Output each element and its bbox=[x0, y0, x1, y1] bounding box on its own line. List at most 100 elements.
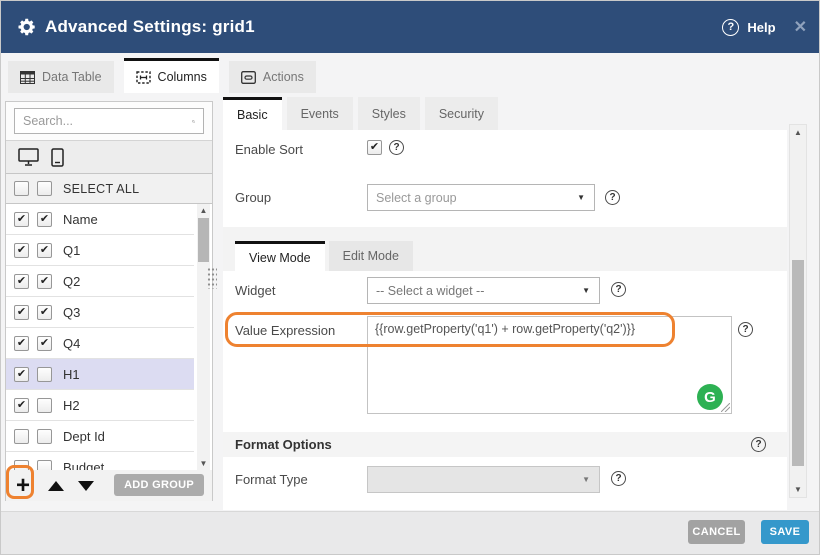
tab-events[interactable]: Events bbox=[287, 97, 353, 130]
scroll-up-icon[interactable]: ▲ bbox=[197, 204, 210, 217]
desktop-checkbox[interactable] bbox=[14, 398, 29, 413]
mobile-checkbox[interactable] bbox=[37, 274, 52, 289]
dialog-footer: CANCEL SAVE bbox=[1, 511, 820, 555]
add-column-button[interactable]: + bbox=[12, 474, 34, 498]
gear-icon bbox=[15, 16, 37, 38]
mobile-checkbox[interactable] bbox=[37, 305, 52, 320]
select-all-desktop-checkbox[interactable] bbox=[14, 181, 29, 196]
grammarly-icon[interactable]: G bbox=[697, 384, 723, 410]
mobile-icon[interactable] bbox=[51, 148, 64, 167]
value-expression-input[interactable]: {{row.getProperty('q1') + row.getPropert… bbox=[367, 316, 732, 414]
scroll-down-icon[interactable]: ▼ bbox=[790, 483, 806, 496]
panel-scrollbar-thumb[interactable] bbox=[792, 260, 804, 466]
question-icon[interactable] bbox=[611, 282, 626, 297]
tab-data-table[interactable]: Data Table bbox=[8, 61, 114, 93]
list-scrollbar[interactable]: ▲ ▼ bbox=[197, 204, 210, 470]
format-type-select[interactable]: ▼ bbox=[367, 466, 600, 493]
desktop-icon[interactable] bbox=[18, 148, 39, 166]
desktop-checkbox[interactable] bbox=[14, 460, 29, 471]
list-item-q3[interactable]: Q3 bbox=[6, 297, 194, 328]
panel-scrollbar[interactable]: ▲ ▼ bbox=[789, 124, 807, 498]
column-settings-panel: Basic Events Styles Security Enable Sort… bbox=[223, 97, 787, 510]
tab-columns[interactable]: Columns bbox=[124, 58, 219, 93]
move-down-button[interactable] bbox=[78, 481, 94, 491]
list-item-q4[interactable]: Q4 bbox=[6, 328, 194, 359]
search-input[interactable] bbox=[15, 114, 192, 128]
tab-label: Actions bbox=[263, 70, 304, 84]
actions-button-icon bbox=[241, 71, 256, 84]
settings-content: Enable Sort Group Select a group ▼ View … bbox=[223, 130, 787, 510]
list-item-h2[interactable]: H2 bbox=[6, 390, 194, 421]
group-select[interactable]: Select a group ▼ bbox=[367, 184, 595, 211]
select-all-mobile-checkbox[interactable] bbox=[37, 181, 52, 196]
desktop-checkbox[interactable] bbox=[14, 336, 29, 351]
desktop-checkbox[interactable] bbox=[14, 243, 29, 258]
mobile-checkbox[interactable] bbox=[37, 367, 52, 382]
mobile-checkbox[interactable] bbox=[37, 336, 52, 351]
help-circle-icon[interactable]: ? bbox=[722, 19, 739, 36]
move-up-button[interactable] bbox=[48, 481, 64, 491]
desktop-checkbox[interactable] bbox=[14, 212, 29, 227]
dialog-title: Advanced Settings: grid1 bbox=[45, 17, 255, 37]
list-item-name[interactable]: Name bbox=[6, 204, 194, 235]
mode-tab-band: View Mode Edit Mode bbox=[223, 227, 787, 271]
mobile-checkbox[interactable] bbox=[37, 212, 52, 227]
tab-actions[interactable]: Actions bbox=[229, 61, 316, 93]
list-item-dept-id[interactable]: Dept Id bbox=[6, 421, 194, 452]
column-name: Q1 bbox=[63, 243, 80, 258]
search-icon[interactable] bbox=[192, 114, 195, 129]
columns-sidebar: SELECT ALL Name Q1 Q2 Q3 bbox=[5, 101, 213, 501]
tab-basic[interactable]: Basic bbox=[223, 97, 282, 130]
desktop-checkbox[interactable] bbox=[14, 305, 29, 320]
question-icon[interactable] bbox=[738, 322, 753, 337]
question-icon[interactable] bbox=[389, 140, 404, 155]
group-select-value: Select a group bbox=[376, 191, 457, 205]
tab-edit-mode[interactable]: Edit Mode bbox=[329, 241, 413, 271]
list-item-budget[interactable]: Budget bbox=[6, 452, 194, 470]
widget-select[interactable]: -- Select a widget -- ▼ bbox=[367, 277, 600, 304]
group-label: Group bbox=[235, 190, 271, 205]
question-icon[interactable] bbox=[611, 471, 626, 486]
mobile-checkbox[interactable] bbox=[37, 243, 52, 258]
dialog-header: Advanced Settings: grid1 ? Help ✕ bbox=[1, 1, 820, 53]
list-item-q1[interactable]: Q1 bbox=[6, 235, 194, 266]
list-scrollbar-thumb[interactable] bbox=[198, 218, 209, 262]
desktop-checkbox[interactable] bbox=[14, 429, 29, 444]
question-icon[interactable] bbox=[751, 437, 766, 452]
advanced-settings-dialog: Advanced Settings: grid1 ? Help ✕ Data T… bbox=[0, 0, 820, 555]
desktop-checkbox[interactable] bbox=[14, 367, 29, 382]
mobile-checkbox[interactable] bbox=[37, 460, 52, 471]
help-link[interactable]: Help bbox=[747, 20, 775, 35]
scroll-down-icon[interactable]: ▼ bbox=[197, 457, 210, 470]
main-tab-bar: Data Table Columns Actions bbox=[8, 61, 316, 93]
cancel-button[interactable]: CANCEL bbox=[688, 520, 745, 544]
add-group-button[interactable]: ADD GROUP bbox=[114, 474, 204, 496]
tab-styles[interactable]: Styles bbox=[358, 97, 420, 130]
column-list: Name Q1 Q2 Q3 Q4 bbox=[6, 204, 212, 470]
column-name: H1 bbox=[63, 367, 80, 382]
columns-select-icon bbox=[136, 71, 151, 84]
desktop-checkbox[interactable] bbox=[14, 274, 29, 289]
select-all-label: SELECT ALL bbox=[63, 182, 139, 196]
question-icon[interactable] bbox=[605, 190, 620, 205]
chevron-down-icon: ▼ bbox=[582, 475, 590, 484]
resize-grip-icon[interactable] bbox=[721, 403, 730, 412]
column-name: Q3 bbox=[63, 305, 80, 320]
mobile-checkbox[interactable] bbox=[37, 398, 52, 413]
list-item-h1[interactable]: H1 bbox=[6, 359, 194, 390]
list-item-q2[interactable]: Q2 bbox=[6, 266, 194, 297]
tab-security[interactable]: Security bbox=[425, 97, 498, 130]
mobile-checkbox[interactable] bbox=[37, 429, 52, 444]
enable-sort-checkbox[interactable] bbox=[367, 140, 382, 155]
select-all-row[interactable]: SELECT ALL bbox=[6, 174, 212, 204]
enable-sort-label: Enable Sort bbox=[235, 142, 303, 157]
chevron-down-icon: ▼ bbox=[582, 286, 590, 295]
column-name: Name bbox=[63, 212, 98, 227]
save-button[interactable]: SAVE bbox=[761, 520, 809, 544]
tab-view-mode[interactable]: View Mode bbox=[235, 241, 325, 271]
scroll-up-icon[interactable]: ▲ bbox=[790, 126, 806, 139]
close-icon[interactable]: ✕ bbox=[794, 17, 807, 37]
widget-label: Widget bbox=[235, 283, 275, 298]
device-filter-row bbox=[6, 140, 212, 174]
panel-resize-grip[interactable] bbox=[207, 267, 217, 289]
